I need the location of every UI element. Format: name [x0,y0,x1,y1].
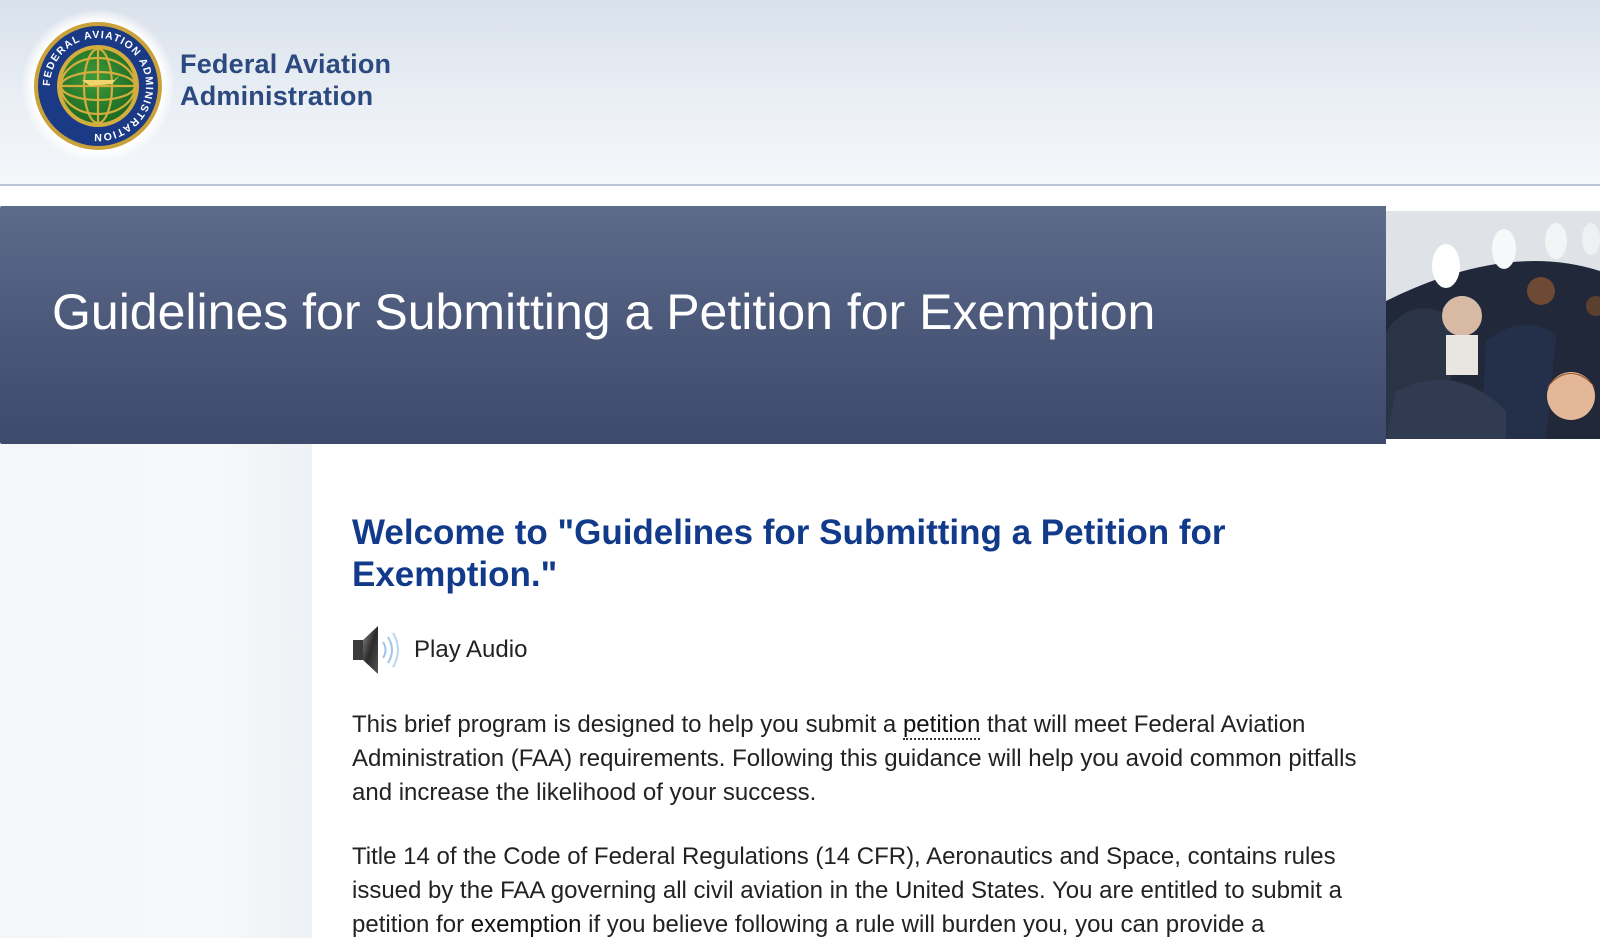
welcome-heading: Welcome to "Guidelines for Submitting a … [352,513,1226,594]
left-sidebar [0,444,312,938]
banner-title: Guidelines for Submitting a Petition for… [52,284,1156,340]
page: FEDERAL AVIATION ADMINISTRATION Federal … [0,0,1600,938]
speaker-icon[interactable] [352,624,402,676]
airplane-cabin-passengers-photo [1386,211,1600,439]
intro-paragraph: This brief program is designed to help y… [352,708,1362,810]
play-audio-link[interactable]: Play Audio [414,636,527,664]
agency-name: Federal Aviation Administration [180,48,391,112]
agency-name-line1: Federal Aviation [180,49,392,79]
petition-glossary-link[interactable]: petition [902,711,981,740]
agency-name-line2: Administration [180,81,374,111]
exemption-glossary-link[interactable]: exemption [470,911,582,938]
main-content: Welcome to "Guidelines for Submitting a … [352,512,1356,938]
faa-seal-icon: FEDERAL AVIATION ADMINISTRATION [22,10,174,162]
faa-home-link[interactable]: FEDERAL AVIATION ADMINISTRATION Federal … [22,10,391,162]
intro-text-before: This brief program is designed to help y… [352,711,903,738]
site-header: FEDERAL AVIATION ADMINISTRATION Federal … [0,0,1600,186]
play-audio-button[interactable]: Play Audio [352,624,1352,676]
title14-text-after: if you believe following a rule will bur… [581,911,1265,938]
title14-paragraph: Title 14 of the Code of Federal Regulati… [352,840,1362,938]
